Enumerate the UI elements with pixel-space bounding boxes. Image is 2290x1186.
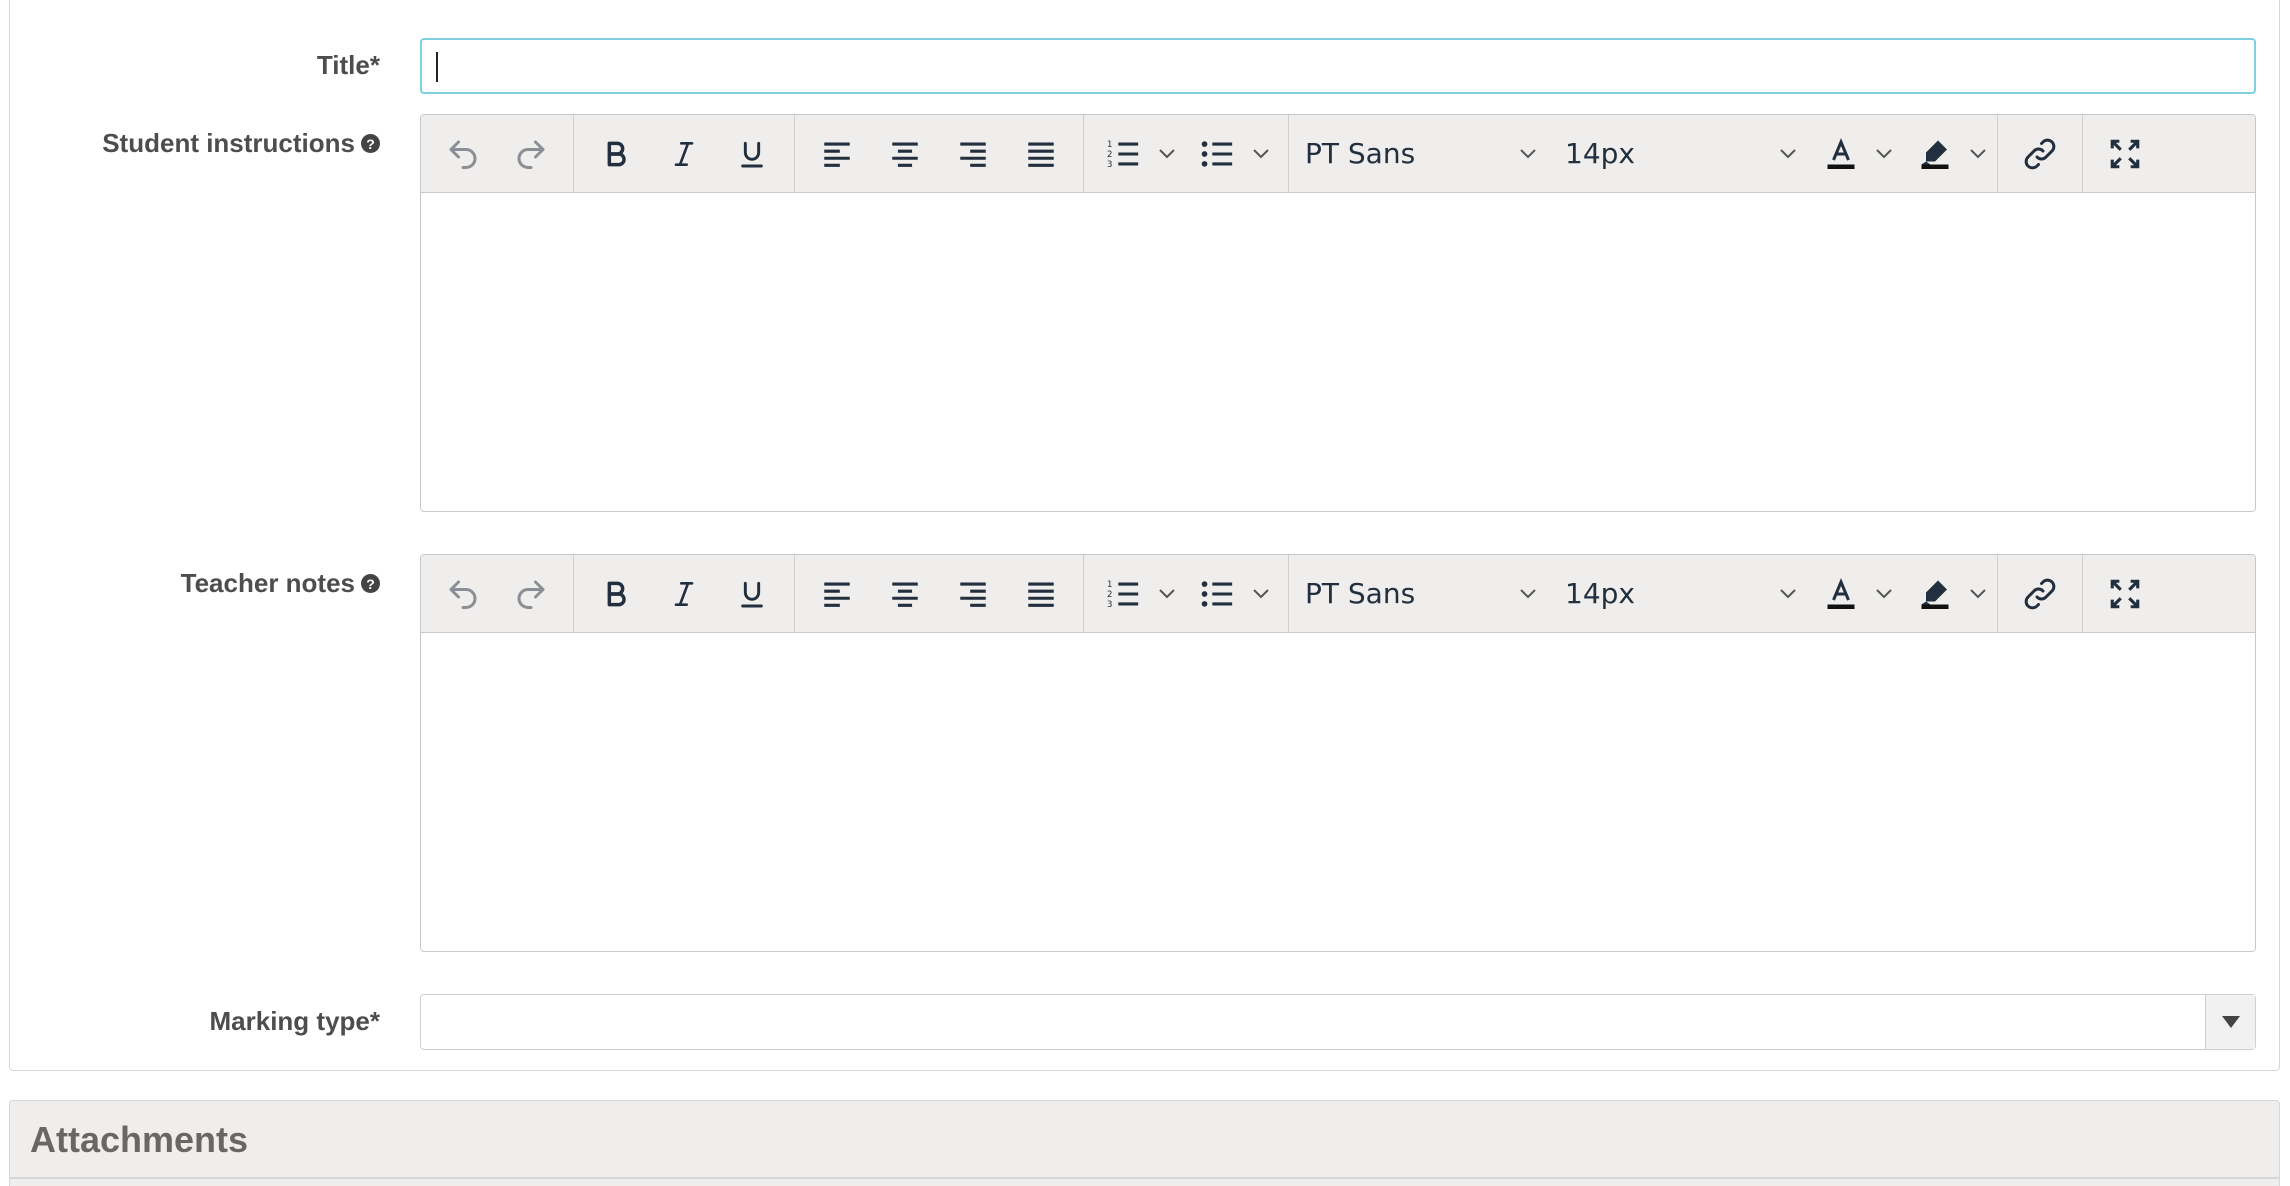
highlight-color-split-button[interactable] <box>1903 564 1997 624</box>
chevron-down-icon[interactable] <box>1869 148 1899 160</box>
title-label: Title* <box>317 50 380 81</box>
font-family-select[interactable]: PT Sans <box>1289 564 1549 624</box>
numbered-list-split-button[interactable]: 123 <box>1092 124 1186 184</box>
chevron-down-icon[interactable] <box>1152 588 1182 600</box>
student-instructions-label-text: Student instructions <box>102 128 355 158</box>
editor-toolbar: 123 PT Sans 14px <box>421 555 2255 633</box>
bullet-list-icon[interactable] <box>1190 124 1246 184</box>
chevron-down-icon[interactable] <box>1963 148 1993 160</box>
bold-icon[interactable] <box>582 124 650 184</box>
chevron-down-icon[interactable] <box>1152 148 1182 160</box>
marking-type-label-text: Marking type* <box>209 1006 381 1036</box>
font-size-select[interactable]: 14px <box>1549 564 1809 624</box>
attachments-heading: Attachments <box>30 1119 249 1160</box>
font-family-value: PT Sans <box>1305 137 1416 170</box>
teacher-notes-label-text: Teacher notes <box>180 568 355 598</box>
numbered-list-icon[interactable]: 123 <box>1096 124 1152 184</box>
fullscreen-icon[interactable] <box>2091 124 2159 184</box>
teacher-notes-editor: 123 PT Sans 14px <box>420 554 2256 952</box>
text-color-icon[interactable] <box>1813 564 1869 624</box>
highlight-marker-icon[interactable] <box>1907 564 1963 624</box>
font-family-select[interactable]: PT Sans <box>1289 124 1549 184</box>
font-family-value: PT Sans <box>1305 577 1416 610</box>
help-icon[interactable]: ? <box>361 574 380 593</box>
numbered-list-icon[interactable]: 123 <box>1096 564 1152 624</box>
bold-icon[interactable] <box>582 564 650 624</box>
chevron-down-icon[interactable] <box>1963 588 1993 600</box>
redo-icon[interactable] <box>497 124 565 184</box>
svg-text:2: 2 <box>1107 589 1112 599</box>
help-icon[interactable]: ? <box>361 134 380 153</box>
font-size-value: 14px <box>1565 137 1635 170</box>
text-color-icon[interactable] <box>1813 124 1869 184</box>
chevron-down-icon <box>1520 148 1536 158</box>
chevron-down-icon[interactable] <box>1246 148 1276 160</box>
text-color-split-button[interactable] <box>1809 124 1903 184</box>
chevron-down-icon <box>1780 148 1796 158</box>
align-left-icon[interactable] <box>803 564 871 624</box>
bullet-list-split-button[interactable] <box>1186 124 1280 184</box>
editor-toolbar: 123 PT Sans 14px <box>421 115 2255 193</box>
italic-icon[interactable] <box>650 564 718 624</box>
teacher-notes-editor-body[interactable] <box>421 633 2255 951</box>
link-icon[interactable] <box>2006 124 2074 184</box>
undo-icon[interactable] <box>429 124 497 184</box>
bullet-list-split-button[interactable] <box>1186 564 1280 624</box>
student-instructions-label: Student instructions ? <box>102 128 380 159</box>
svg-text:1: 1 <box>1107 139 1112 149</box>
redo-icon[interactable] <box>497 564 565 624</box>
align-left-icon[interactable] <box>803 124 871 184</box>
justify-icon[interactable] <box>1007 564 1075 624</box>
italic-icon[interactable] <box>650 124 718 184</box>
chevron-down-icon <box>1520 588 1536 598</box>
attachments-section: Attachments <box>9 1100 2280 1186</box>
svg-text:1: 1 <box>1107 579 1112 589</box>
underline-icon[interactable] <box>718 564 786 624</box>
highlight-color-split-button[interactable] <box>1903 124 1997 184</box>
font-size-value: 14px <box>1565 577 1635 610</box>
undo-icon[interactable] <box>429 564 497 624</box>
svg-text:3: 3 <box>1107 599 1112 609</box>
align-right-icon[interactable] <box>939 564 1007 624</box>
align-center-icon[interactable] <box>871 564 939 624</box>
title-label-text: Title* <box>316 50 380 80</box>
teacher-notes-label: Teacher notes ? <box>181 568 380 599</box>
marking-type-select[interactable] <box>420 994 2256 1050</box>
underline-icon[interactable] <box>718 124 786 184</box>
chevron-down-icon <box>1780 588 1796 598</box>
font-size-select[interactable]: 14px <box>1549 124 1809 184</box>
text-caret <box>436 52 438 82</box>
align-right-icon[interactable] <box>939 124 1007 184</box>
svg-text:3: 3 <box>1107 159 1112 169</box>
chevron-down-icon[interactable] <box>1246 588 1276 600</box>
student-instructions-editor: 123 PT Sans 14px <box>420 114 2256 512</box>
highlight-marker-icon[interactable] <box>1907 124 1963 184</box>
align-center-icon[interactable] <box>871 124 939 184</box>
dropdown-arrow-icon[interactable] <box>2205 995 2255 1049</box>
bullet-list-icon[interactable] <box>1190 564 1246 624</box>
divider <box>10 1177 2279 1179</box>
justify-icon[interactable] <box>1007 124 1075 184</box>
title-input[interactable] <box>420 38 2256 94</box>
student-instructions-editor-body[interactable] <box>421 193 2255 511</box>
link-icon[interactable] <box>2006 564 2074 624</box>
chevron-down-icon[interactable] <box>1869 588 1899 600</box>
fullscreen-icon[interactable] <box>2091 564 2159 624</box>
text-color-split-button[interactable] <box>1809 564 1903 624</box>
numbered-list-split-button[interactable]: 123 <box>1092 564 1186 624</box>
svg-text:2: 2 <box>1107 149 1112 159</box>
marking-type-label: Marking type* <box>210 1006 381 1037</box>
